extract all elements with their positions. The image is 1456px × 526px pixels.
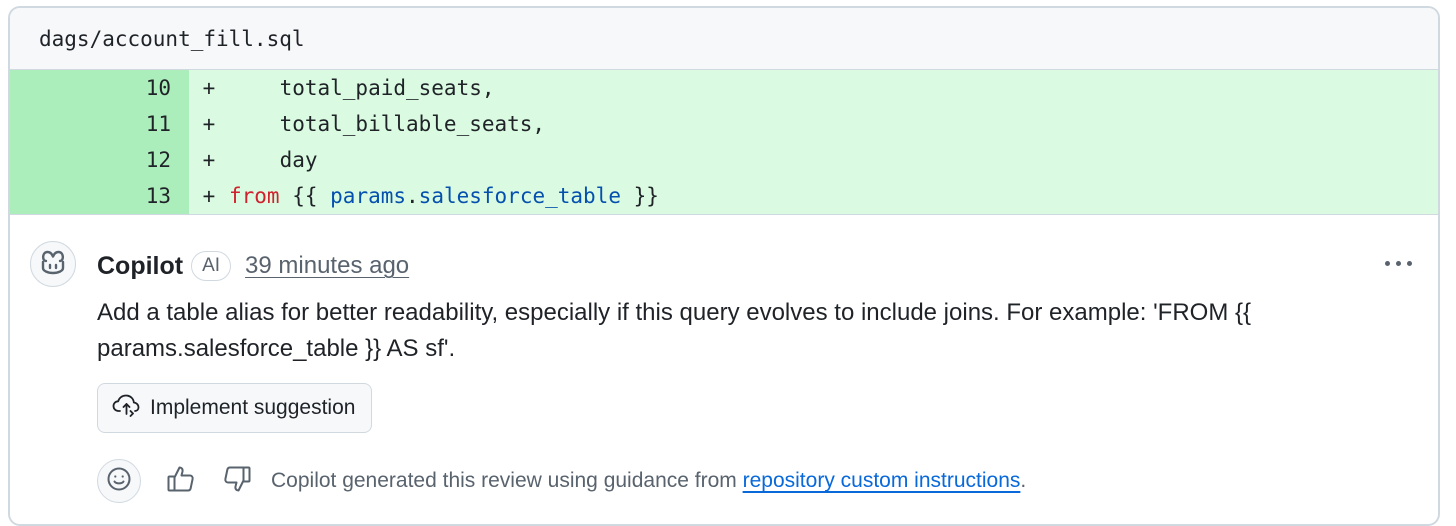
kebab-menu-icon[interactable] (1381, 255, 1416, 272)
thumbs-down-button[interactable] (219, 463, 255, 499)
code-text: from {{ params.salesforce_table }} (229, 178, 659, 214)
footer-note-text: Copilot generated this review using guid… (271, 469, 743, 492)
file-header: dags/account_fill.sql (10, 8, 1438, 70)
diff-line: 12 + day (10, 142, 1438, 178)
review-comment-card: dags/account_fill.sql 10 + total_paid_se… (8, 6, 1440, 526)
footer-note: Copilot generated this review using guid… (271, 469, 1026, 493)
menu-dot (1396, 261, 1401, 266)
file-path[interactable]: dags/account_fill.sql (39, 27, 305, 51)
template-dot: . (406, 184, 419, 208)
add-reaction-button[interactable] (97, 459, 141, 503)
timestamp-link[interactable]: 39 minutes ago (245, 252, 409, 280)
implement-suggestion-label: Implement suggestion (150, 396, 356, 419)
code-text: total_billable_seats, (229, 112, 546, 136)
menu-dot (1407, 261, 1412, 266)
menu-dot (1385, 261, 1390, 266)
template-close: }} (620, 184, 659, 208)
footer-note-end: . (1020, 469, 1027, 492)
diff-marker: + (202, 184, 216, 208)
sql-keyword: from (229, 184, 280, 208)
avatar[interactable] (30, 241, 76, 287)
diff-marker: + (202, 76, 216, 100)
cloud-sync-icon (112, 393, 142, 423)
implement-suggestion-button[interactable]: Implement suggestion (97, 383, 373, 433)
line-number[interactable]: 10 (10, 70, 189, 106)
line-number[interactable]: 11 (10, 106, 189, 142)
diff-marker: + (202, 112, 216, 136)
code-text: total_paid_seats, (229, 76, 495, 100)
thumbs-up-icon (166, 464, 196, 499)
custom-instructions-link[interactable]: repository custom instructions (743, 469, 1021, 492)
author-name[interactable]: Copilot (97, 252, 183, 281)
review-comment: Copilot AI 39 minutes ago Add a table al… (10, 215, 1438, 524)
diff-line: 10 + total_paid_seats, (10, 70, 1438, 106)
thumbs-up-button[interactable] (163, 463, 199, 499)
code-text: day (229, 148, 318, 172)
comment-body: Add a table alias for better readability… (97, 299, 1252, 362)
comment-header: Copilot AI 39 minutes ago (97, 249, 409, 283)
diff-hunk: 10 + total_paid_seats, 11 + total_billab… (10, 70, 1438, 215)
copilot-icon (39, 249, 67, 280)
comment-footer: Copilot generated this review using guid… (97, 459, 1026, 503)
template-object: params (330, 184, 407, 208)
line-number[interactable]: 12 (10, 142, 189, 178)
diff-line: 13 + from {{ params.salesforce_table }} (10, 178, 1438, 214)
smiley-icon (106, 466, 132, 497)
template-attribute: salesforce_table (418, 184, 621, 208)
diff-marker: + (202, 148, 216, 172)
line-number[interactable]: 13 (10, 178, 189, 214)
diff-line: 11 + total_billable_seats, (10, 106, 1438, 142)
ai-badge: AI (191, 251, 232, 281)
thumbs-down-icon (222, 464, 252, 499)
template-open: {{ (279, 184, 331, 208)
